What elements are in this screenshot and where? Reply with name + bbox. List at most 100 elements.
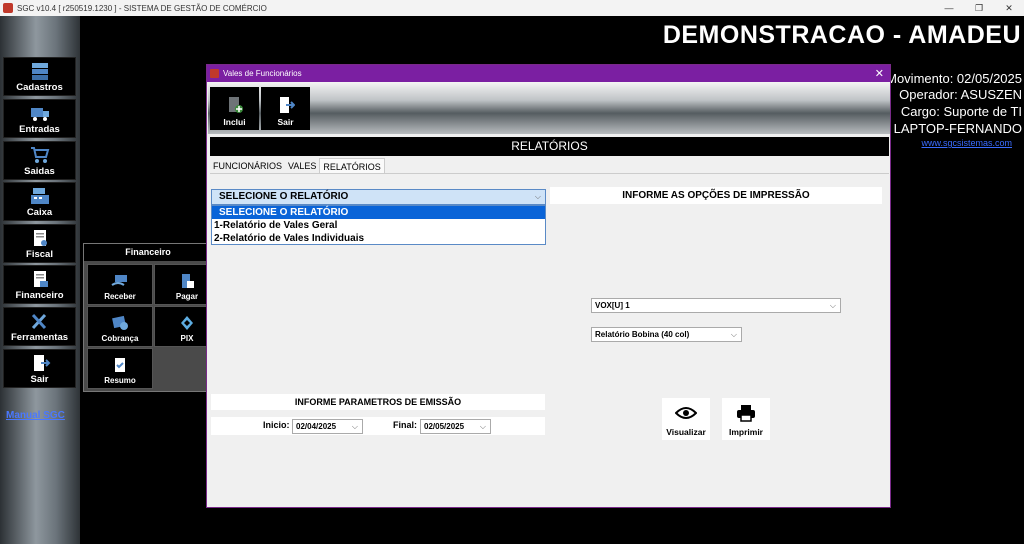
operator-name: Operador: ASUSZEN	[899, 87, 1022, 102]
report-option[interactable]: 2-Relatório de Vales Individuais	[212, 232, 545, 245]
chevron-down-icon: ⌵	[534, 192, 541, 201]
relatorios-header: RELATÓRIOS	[210, 137, 889, 156]
add-document-icon	[228, 97, 243, 113]
sidebar-item-label: Saidas	[24, 166, 55, 177]
sidebar-item-label: Fiscal	[26, 249, 53, 260]
window-titlebar: SGC v10.4 [ r250519.1230 ] - SISTEMA DE …	[0, 0, 1024, 16]
sidebar-item-label: Entradas	[19, 124, 60, 135]
format-select[interactable]: Relatório Bobina (40 col) ⌵	[591, 327, 742, 342]
dialog-titlebar: Vales de Funcionários ✕	[207, 65, 890, 82]
date-range-row	[211, 417, 545, 435]
report-options-list: SELECIONE O RELATÓRIO 1-Relatório de Val…	[211, 205, 546, 245]
visualizar-button[interactable]: Visualizar	[662, 398, 710, 440]
tab-funcionarios[interactable]: FUNCIONÁRIOS	[210, 158, 285, 174]
dialog-app-icon	[210, 69, 219, 78]
receive-money-icon	[111, 275, 127, 286]
final-label: Final:	[393, 420, 417, 430]
inicio-date-value: 02/04/2025	[296, 422, 337, 431]
sidebar-item-label: Ferramentas	[10, 332, 69, 343]
inicio-label: Inicio:	[263, 420, 290, 430]
financeiro-panel: Financeiro Receber Pagar Cobrança PIX Re…	[83, 243, 220, 392]
printer-select[interactable]: VOX[U] 1 ⌵	[591, 298, 841, 313]
incluir-label: Inclui	[223, 117, 246, 127]
summary-icon	[115, 358, 125, 372]
close-window-button[interactable]: ✕	[994, 0, 1024, 16]
emission-params-label: INFORME PARAMETROS DE EMISSÃO	[211, 394, 545, 410]
truck-icon	[30, 108, 49, 121]
fiscal-doc-icon	[33, 230, 47, 246]
cabinet-icon	[31, 63, 48, 80]
dialog-toolbar: Inclui Sair	[208, 82, 890, 134]
operator-role: Cargo: Suporte de TI	[900, 104, 1022, 119]
tab-relatorios[interactable]: RELATÓRIOS	[319, 158, 385, 174]
eye-icon	[675, 407, 697, 419]
incluir-button[interactable]: Inclui	[210, 87, 259, 130]
chevron-down-icon: ⌵	[351, 422, 358, 431]
tab-vales[interactable]: VALES	[285, 158, 319, 174]
sidebar-item-sair[interactable]: Sair	[3, 349, 76, 388]
sidebar-item-label: Cadastros	[16, 82, 63, 93]
sidebar-item-ferramentas[interactable]: Ferramentas	[3, 307, 76, 346]
exit-door-icon	[33, 355, 50, 371]
cobranca-button[interactable]: Cobrança	[87, 306, 153, 347]
chevron-down-icon: ⌵	[730, 330, 737, 339]
sidebar-item-fiscal[interactable]: Fiscal	[3, 224, 76, 263]
cobranca-label: Cobrança	[101, 334, 139, 343]
resumo-button[interactable]: Resumo	[87, 348, 153, 389]
visualizar-label: Visualizar	[666, 427, 706, 437]
sidebar-item-label: Sair	[30, 374, 49, 385]
dialog-close-icon[interactable]: ✕	[875, 67, 884, 80]
resumo-label: Resumo	[104, 376, 136, 385]
sidebar: Cadastros Entradas Saidas Caixa Fiscal F…	[0, 16, 80, 544]
tools-icon	[31, 313, 46, 330]
pay-icon	[182, 274, 194, 288]
final-date-input[interactable]: 02/05/2025 ⌵	[420, 419, 491, 434]
sair-label: Sair	[277, 117, 294, 127]
sidebar-item-label: Caixa	[26, 207, 53, 218]
report-select-value: SELECIONE O RELATÓRIO	[219, 191, 349, 202]
report-option[interactable]: 1-Relatório de Vales Geral	[212, 219, 545, 232]
cart-icon	[30, 147, 49, 163]
website-link[interactable]: www.sgcsistemas.com	[921, 138, 1012, 148]
billing-icon	[112, 315, 128, 330]
sidebar-item-cadastros[interactable]: Cadastros	[3, 57, 76, 96]
report-select[interactable]: SELECIONE O RELATÓRIO ⌵	[211, 189, 546, 205]
print-options-label: INFORME AS OPÇÕES DE IMPRESSÃO	[550, 187, 882, 204]
financeiro-panel-title: Financeiro	[84, 244, 212, 261]
printer-select-value: VOX[U] 1	[595, 301, 630, 310]
inicio-date-input[interactable]: 02/04/2025 ⌵	[292, 419, 363, 434]
final-date-value: 02/05/2025	[424, 422, 465, 431]
chevron-down-icon: ⌵	[479, 422, 486, 431]
sidebar-item-entradas[interactable]: Entradas	[3, 99, 76, 138]
printer-icon	[737, 405, 755, 422]
movimento-date: Movimento: 02/05/2025	[886, 71, 1022, 86]
finance-doc-icon	[33, 271, 48, 287]
receber-label: Receber	[104, 292, 136, 301]
pagar-label: Pagar	[175, 292, 199, 301]
pix-label: PIX	[180, 334, 194, 343]
maximize-button[interactable]: ❐	[964, 0, 994, 16]
imprimir-label: Imprimir	[728, 427, 763, 437]
pix-icon	[181, 316, 193, 330]
report-option[interactable]: SELECIONE O RELATÓRIO	[212, 206, 545, 219]
sidebar-item-financeiro[interactable]: Financeiro	[3, 265, 76, 304]
sidebar-item-label: Financeiro	[15, 290, 64, 301]
register-icon	[30, 188, 49, 204]
company-name: DEMONSTRACAO - AMADEU	[662, 21, 1021, 49]
dialog-title: Vales de Funcionários	[223, 69, 302, 78]
minimize-button[interactable]: —	[934, 0, 964, 16]
exit-door-icon	[279, 97, 295, 113]
receber-button[interactable]: Receber	[87, 264, 153, 305]
chevron-down-icon: ⌵	[829, 301, 836, 310]
tab-divider	[210, 173, 889, 174]
app-icon	[3, 3, 13, 13]
sair-button[interactable]: Sair	[261, 87, 310, 130]
window-title: SGC v10.4 [ r250519.1230 ] - SISTEMA DE …	[17, 3, 267, 13]
imprimir-button[interactable]: Imprimir	[722, 398, 770, 440]
machine-name: LAPTOP-FERNANDO	[893, 121, 1022, 136]
manual-link[interactable]: Manual SGC	[6, 410, 65, 421]
vales-dialog: Vales de Funcionários ✕ Inclui Sair RELA…	[206, 64, 891, 508]
sidebar-item-saidas[interactable]: Saidas	[3, 141, 76, 180]
sidebar-item-caixa[interactable]: Caixa	[3, 182, 76, 221]
dialog-tabs: FUNCIONÁRIOS VALES RELATÓRIOS	[210, 158, 385, 174]
